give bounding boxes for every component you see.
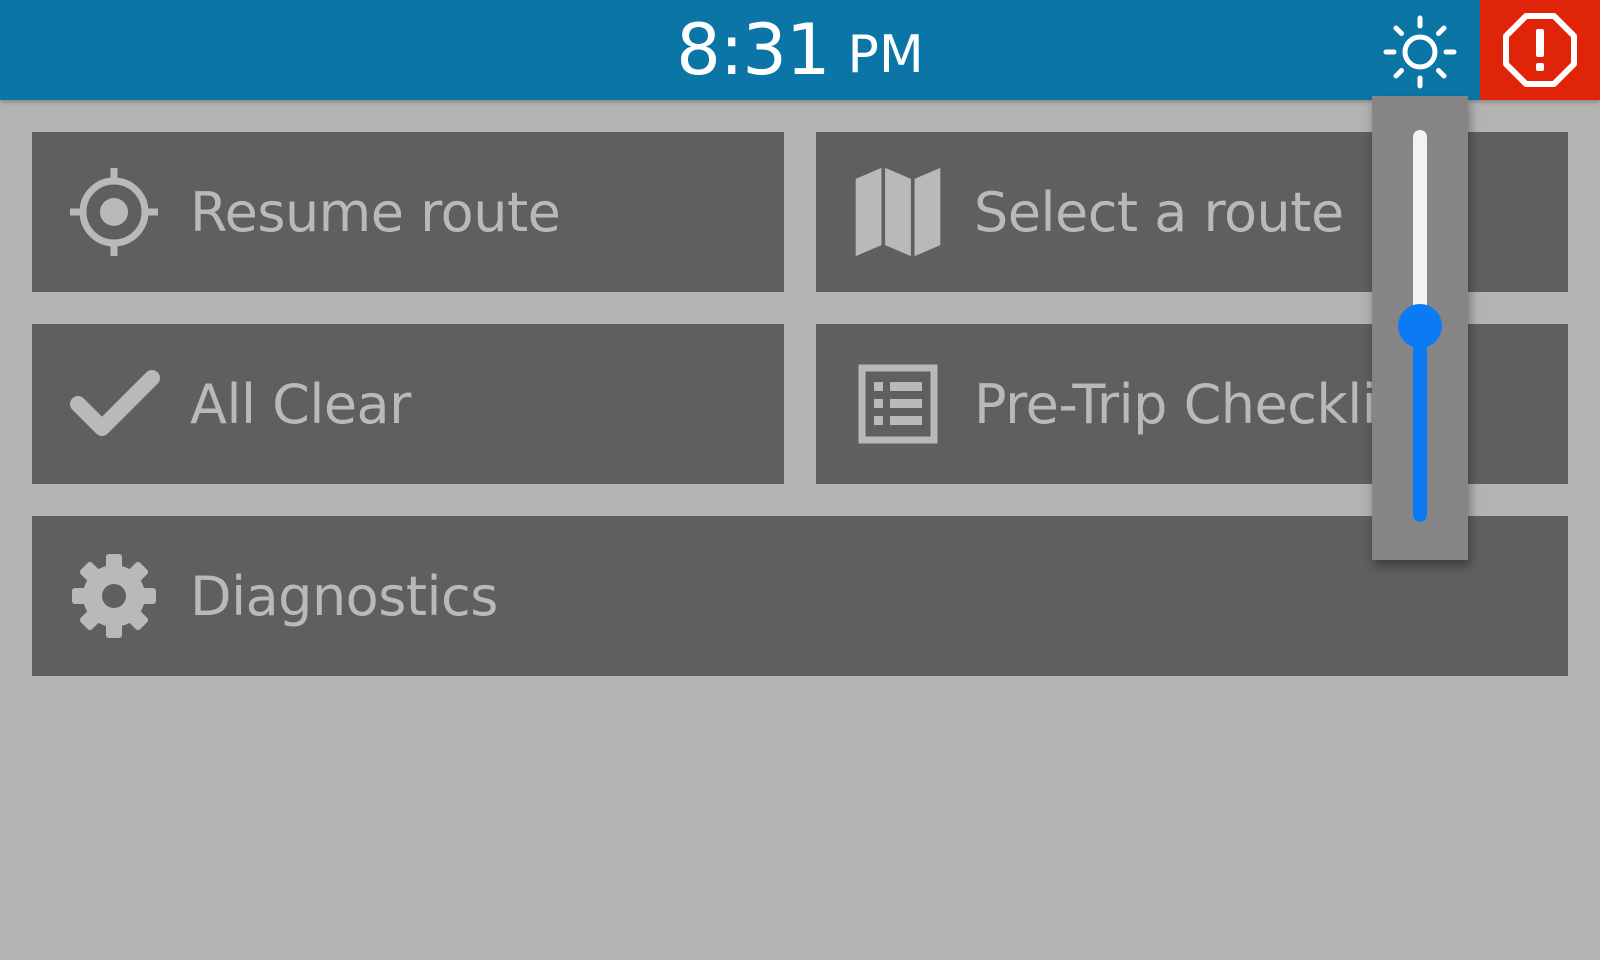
checkmark-icon: [68, 358, 160, 450]
crosshair-target-icon: [68, 166, 160, 258]
select-route-label: Select a route: [974, 180, 1344, 244]
sun-icon: [1383, 15, 1457, 89]
all-clear-button[interactable]: All Clear: [32, 324, 784, 484]
alert-octagon-icon: [1503, 13, 1577, 87]
pre-trip-checklist-label: Pre-Trip Checklist: [974, 372, 1425, 436]
brightness-slider-thumb[interactable]: [1398, 304, 1442, 348]
brightness-slider-popup: [1372, 96, 1468, 560]
diagnostics-button[interactable]: Diagnostics: [32, 516, 1568, 676]
checklist-icon: [852, 358, 944, 450]
brightness-button[interactable]: [1376, 12, 1464, 92]
top-bar: [0, 0, 1600, 100]
alert-button[interactable]: [1480, 0, 1600, 100]
diagnostics-label: Diagnostics: [190, 564, 498, 628]
resume-route-label: Resume route: [190, 180, 561, 244]
brightness-slider-fill: [1413, 326, 1427, 522]
gear-icon: [68, 550, 160, 642]
resume-route-button[interactable]: Resume route: [32, 132, 784, 292]
map-icon: [852, 166, 944, 258]
all-clear-label: All Clear: [190, 372, 411, 436]
